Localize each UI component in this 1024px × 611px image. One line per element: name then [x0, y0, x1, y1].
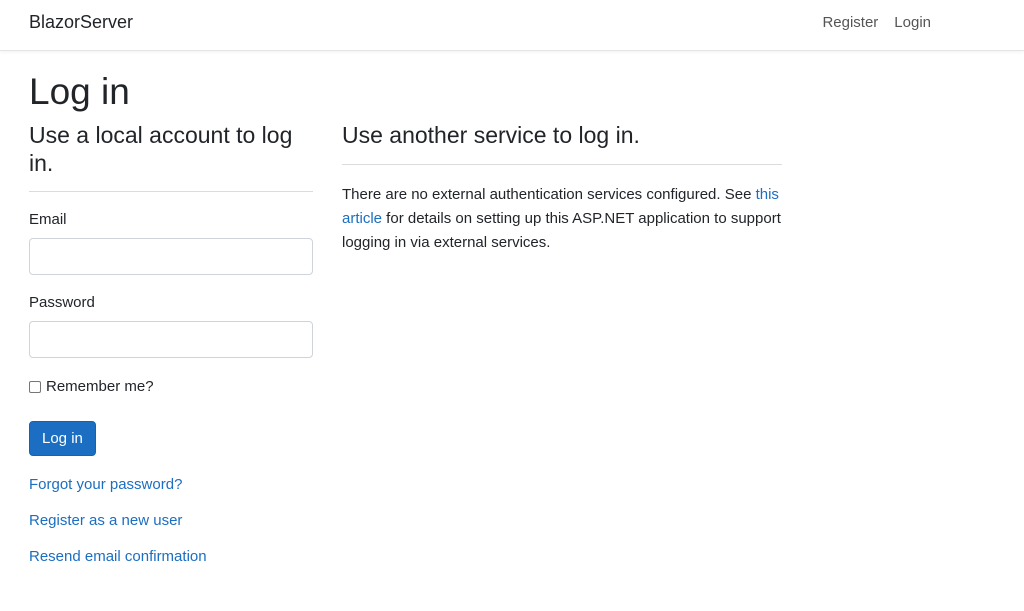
nav-links: Register Login: [822, 14, 931, 31]
register-row: Register as a new user: [29, 512, 313, 529]
remember-me-label[interactable]: Remember me?: [46, 378, 154, 395]
register-new-user-link[interactable]: Register as a new user: [29, 512, 182, 529]
brand-link[interactable]: BlazorServer: [29, 12, 133, 33]
nav-register-link[interactable]: Register: [822, 14, 878, 31]
password-label: Password: [29, 294, 95, 312]
email-label: Email: [29, 211, 67, 229]
top-navbar: BlazorServer Register Login: [0, 0, 1024, 51]
divider: [29, 191, 313, 193]
remember-me-row: Remember me?: [29, 378, 313, 395]
info-text-after: for details on setting up this ASP.NET a…: [342, 209, 781, 251]
local-account-section: Use a local account to log in. Email Pas…: [29, 122, 313, 565]
external-login-section: Use another service to log in. There are…: [342, 122, 782, 255]
resend-row: Resend email confirmation: [29, 548, 313, 565]
nav-login-link[interactable]: Login: [894, 14, 931, 31]
local-account-heading: Use a local account to log in.: [29, 122, 293, 176]
info-text-before: There are no external authentication ser…: [342, 185, 756, 203]
page-title: Log in: [29, 71, 130, 112]
remember-me-checkbox[interactable]: [29, 380, 41, 393]
resend-email-confirmation-link[interactable]: Resend email confirmation: [29, 548, 207, 565]
external-login-heading: Use another service to log in.: [342, 122, 640, 148]
forgot-password-link[interactable]: Forgot your password?: [29, 476, 182, 493]
forgot-password-row: Forgot your password?: [29, 476, 313, 493]
divider: [342, 163, 782, 165]
email-field[interactable]: [29, 238, 313, 276]
log-in-button[interactable]: Log in: [29, 421, 96, 457]
password-field[interactable]: [29, 321, 313, 359]
external-info-text: There are no external authentication ser…: [342, 183, 782, 255]
